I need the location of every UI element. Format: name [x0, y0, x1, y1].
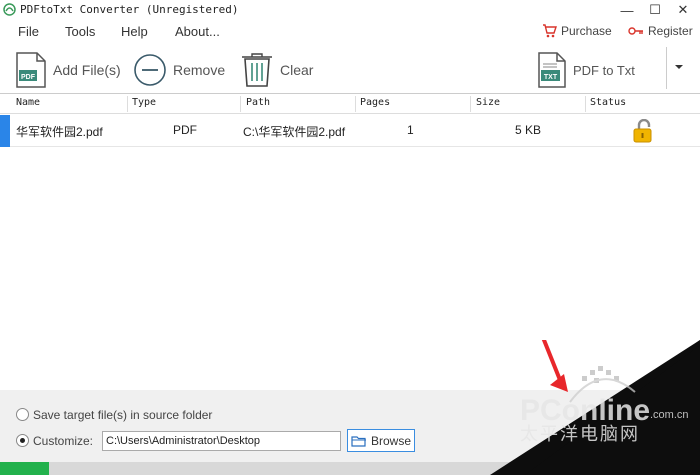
column-name[interactable]: Name — [16, 97, 40, 108]
watermark-chinese: 太平洋电脑网 — [520, 424, 640, 445]
folder-icon — [351, 435, 366, 447]
output-path-input[interactable] — [102, 431, 341, 451]
column-divider[interactable] — [240, 96, 241, 112]
menu-help[interactable]: Help — [121, 24, 148, 39]
progress-fill — [0, 462, 49, 475]
remove-circle-icon — [134, 54, 166, 86]
cart-icon — [543, 24, 557, 38]
close-button[interactable]: ✕ — [668, 0, 698, 20]
browse-button[interactable]: Browse — [347, 429, 415, 452]
unlocked-icon — [633, 119, 652, 143]
red-arrow-icon — [541, 340, 564, 386]
txt-file-icon: TXT — [538, 52, 566, 88]
cell-type: PDF — [173, 123, 197, 137]
pconline-watermark: PConline .com.cn 太平洋电脑网 — [490, 340, 700, 475]
register-link[interactable]: Register — [628, 24, 693, 38]
trash-icon — [242, 53, 272, 87]
radio-source-folder[interactable] — [16, 408, 29, 421]
pdf-icon-text: PDF — [21, 74, 36, 81]
column-size[interactable]: Size — [476, 97, 500, 108]
menu-bar: File Tools Help About... Purchase Regist… — [0, 22, 700, 44]
pdf-to-txt-button[interactable]: TXT PDF to Txt — [537, 50, 635, 90]
clear-label: Clear — [280, 62, 314, 78]
purchase-label: Purchase — [561, 24, 612, 38]
radio-customize[interactable] — [16, 434, 29, 447]
chevron-down-icon[interactable] — [674, 62, 684, 72]
menu-tools[interactable]: Tools — [65, 24, 95, 39]
add-pdf-icon: PDF — [16, 52, 46, 88]
menu-about[interactable]: About... — [175, 24, 220, 39]
add-files-button[interactable]: PDF Add File(s) — [15, 50, 121, 90]
minimize-button[interactable]: — — [612, 0, 642, 20]
column-status[interactable]: Status — [590, 97, 626, 108]
add-files-label: Add File(s) — [53, 62, 121, 78]
maximize-button[interactable]: ☐ — [640, 0, 670, 20]
cell-pages: 1 — [407, 123, 414, 137]
purchase-link[interactable]: Purchase — [542, 24, 612, 38]
column-divider[interactable] — [585, 96, 586, 112]
toolbar: PDF Add File(s) Remove Clear TXT PDF to … — [0, 48, 700, 90]
close-icon: ✕ — [677, 2, 689, 17]
customize-label[interactable]: Customize: — [33, 434, 93, 448]
txt-icon-text: TXT — [544, 74, 558, 81]
table-header: Name Type Path Pages Size Status — [0, 94, 700, 114]
window-title: PDFtoTxt Converter (Unregistered) — [20, 3, 239, 16]
column-pages[interactable]: Pages — [360, 97, 390, 108]
source-folder-label[interactable]: Save target file(s) in source folder — [33, 408, 212, 422]
cell-size: 5 KB — [515, 123, 542, 137]
remove-label: Remove — [173, 62, 226, 78]
minimize-icon: — — [620, 2, 634, 18]
column-path[interactable]: Path — [246, 97, 270, 108]
browse-label: Browse — [370, 433, 411, 448]
column-divider[interactable] — [127, 96, 128, 112]
row-selection-marker — [0, 115, 10, 147]
watermark-domain: .com.cn — [650, 409, 689, 421]
menu-file[interactable]: File — [18, 24, 39, 39]
key-icon — [628, 27, 643, 35]
cell-name: 华军软件园2.pdf — [16, 125, 103, 139]
clear-button[interactable]: Clear — [240, 50, 313, 90]
cell-path: C:\华军软件园2.pdf — [243, 125, 346, 139]
remove-button[interactable]: Remove — [133, 50, 225, 90]
app-logo-icon — [3, 3, 16, 16]
column-divider[interactable] — [470, 96, 471, 112]
register-label: Register — [648, 24, 693, 38]
column-divider[interactable] — [355, 96, 356, 112]
table-row[interactable]: 华军软件园2.pdf PDF C:\华军软件园2.pdf 1 5 KB — [0, 115, 700, 147]
watermark-brand: PConline — [520, 394, 650, 427]
pdf-to-txt-label: PDF to Txt — [573, 62, 635, 78]
toolbar-separator — [666, 47, 667, 89]
column-type[interactable]: Type — [132, 97, 156, 108]
title-bar: PDFtoTxt Converter (Unregistered) — ☐ ✕ — [0, 0, 700, 20]
maximize-icon: ☐ — [649, 2, 661, 17]
